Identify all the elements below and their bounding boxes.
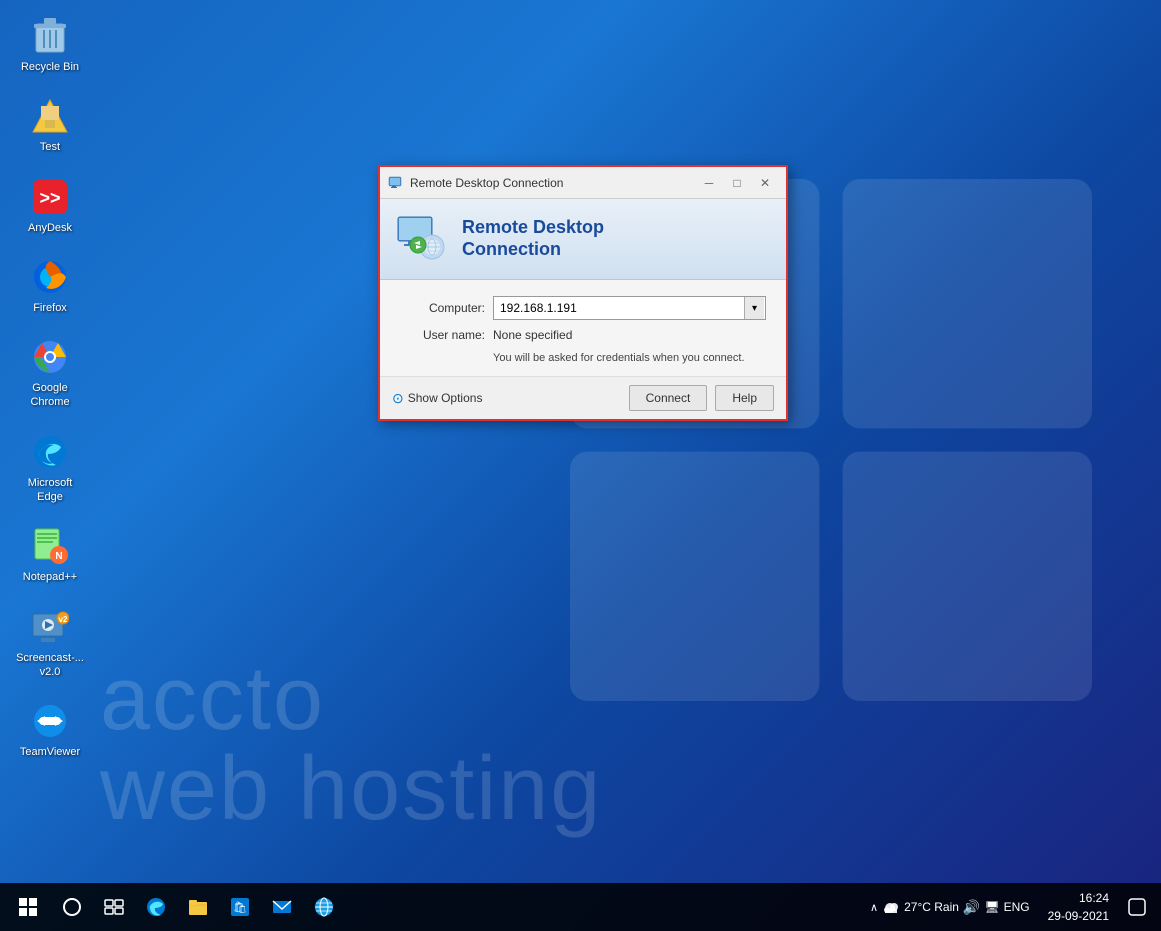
computer-dropdown-arrow[interactable]: ▾ — [744, 297, 764, 319]
chevron-up-icon[interactable]: ∧ — [870, 901, 878, 914]
teamviewer-icon — [30, 701, 70, 741]
search-button[interactable] — [52, 885, 92, 929]
dialog-title-text: Remote Desktop Connection — [410, 176, 690, 190]
svg-text:>>: >> — [39, 188, 60, 208]
computer-label: Computer: — [400, 301, 485, 315]
notification-button[interactable] — [1119, 885, 1155, 929]
notification-icon — [1128, 898, 1146, 916]
taskview-icon — [104, 897, 124, 917]
rdc-monitor-icon — [396, 213, 448, 265]
desktop-icon-teamviewer[interactable]: TeamViewer — [10, 695, 90, 765]
username-value: None specified — [493, 328, 572, 342]
mail-taskbar-icon — [271, 896, 293, 918]
recycle-bin-icon — [30, 16, 70, 56]
connect-button[interactable]: Connect — [629, 385, 708, 411]
firefox-label: Firefox — [33, 301, 67, 315]
watermark-text1: accto — [100, 648, 325, 751]
explorer-taskbar-button[interactable] — [178, 885, 218, 929]
globe-taskbar-button[interactable] — [304, 885, 344, 929]
desktop-icon-notepadpp[interactable]: N Notepad++ — [10, 520, 90, 590]
desktop: accto web hosting Recycle Bin — [0, 0, 1161, 931]
username-label: User name: — [400, 328, 485, 342]
svg-text:v2: v2 — [59, 615, 68, 624]
help-button[interactable]: Help — [715, 385, 774, 411]
test-icon — [30, 96, 70, 136]
minimize-button[interactable]: ─ — [696, 172, 722, 194]
windows-start-icon — [18, 897, 38, 917]
show-options-icon: ⊙ — [392, 390, 404, 407]
edge-taskbar-button[interactable] — [136, 885, 176, 929]
globe-taskbar-icon — [313, 896, 335, 918]
credentials-note: You will be asked for credentials when y… — [493, 352, 766, 364]
desktop-icon-recycle-bin[interactable]: Recycle Bin — [10, 10, 90, 80]
network-icon[interactable]: 🖥 — [984, 900, 999, 914]
show-options-label: Show Options — [408, 391, 483, 405]
weather-cloud-icon — [882, 898, 900, 916]
desktop-icon-firefox[interactable]: Firefox — [10, 251, 90, 321]
notepadpp-icon: N — [30, 526, 70, 566]
microsoft-edge-label: Microsoft Edge — [14, 476, 86, 505]
svg-text:N: N — [55, 551, 62, 562]
remote-desktop-dialog: Remote Desktop Connection ─ □ ✕ — [378, 165, 788, 421]
desktop-icon-test[interactable]: Test — [10, 90, 90, 160]
search-icon — [62, 897, 82, 917]
weather-text: 27°C Rain — [904, 900, 959, 914]
desktop-icon-microsoft-edge[interactable]: Microsoft Edge — [10, 426, 90, 511]
explorer-taskbar-icon — [187, 896, 209, 918]
store-taskbar-icon: 🛍 — [229, 896, 251, 918]
taskbar: 🛍 ∧ — [0, 883, 1161, 931]
dialog-body: Computer: ▾ User name: None specified Yo… — [380, 280, 786, 376]
computer-input[interactable] — [493, 296, 766, 320]
task-view-button[interactable] — [94, 885, 134, 929]
dialog-header-line1: Remote Desktop — [462, 217, 604, 239]
desktop-icon-screencast[interactable]: v2 Screencast-... v2.0 — [10, 601, 90, 686]
desktop-icon-anydesk[interactable]: >> AnyDesk — [10, 171, 90, 241]
screencast-icon: v2 — [30, 607, 70, 647]
recycle-bin-label: Recycle Bin — [21, 60, 79, 74]
desktop-icon-google-chrome[interactable]: Google Chrome — [10, 331, 90, 416]
clock-date: 29-09-2021 — [1048, 907, 1109, 925]
computer-row: Computer: ▾ — [400, 296, 766, 320]
anydesk-label: AnyDesk — [28, 221, 72, 235]
computer-input-container: ▾ — [493, 296, 766, 320]
google-chrome-icon — [30, 337, 70, 377]
dialog-title-icon — [388, 175, 404, 191]
maximize-button[interactable]: □ — [724, 172, 750, 194]
dialog-header: Remote Desktop Connection — [380, 199, 786, 280]
language-indicator[interactable]: ENG — [1004, 900, 1030, 914]
dialog-titlebar: Remote Desktop Connection ─ □ ✕ — [380, 167, 786, 199]
anydesk-icon: >> — [30, 177, 70, 217]
teamviewer-label: TeamViewer — [20, 745, 80, 759]
dialog-footer: ⊙ Show Options Connect Help — [380, 376, 786, 419]
footer-buttons: Connect Help — [629, 385, 774, 411]
svg-text:🛍: 🛍 — [233, 901, 247, 914]
desktop-icons: Recycle Bin Test >> AnyDesk — [10, 10, 90, 766]
dialog-header-line2: Connection — [462, 239, 604, 261]
title-controls: ─ □ ✕ — [696, 172, 778, 194]
close-button[interactable]: ✕ — [752, 172, 778, 194]
google-chrome-label: Google Chrome — [14, 381, 86, 410]
mail-taskbar-button[interactable] — [262, 885, 302, 929]
systray: ∧ 27°C Rain 🔊 🖥 ENG — [862, 898, 1038, 916]
clock-time: 16:24 — [1048, 889, 1109, 907]
test-label: Test — [40, 140, 60, 154]
taskbar-clock[interactable]: 16:24 29-09-2021 — [1040, 889, 1117, 925]
speaker-icon[interactable]: 🔊 — [963, 899, 980, 916]
edge-taskbar-icon — [145, 896, 167, 918]
watermark-text2: web hosting — [100, 738, 602, 841]
start-button[interactable] — [6, 885, 50, 929]
screencast-label: Screencast-... v2.0 — [16, 651, 84, 680]
store-taskbar-button[interactable]: 🛍 — [220, 885, 260, 929]
notepadpp-label: Notepad++ — [23, 570, 77, 584]
microsoft-edge-icon — [30, 432, 70, 472]
username-row: User name: None specified — [400, 328, 766, 342]
show-options-button[interactable]: ⊙ Show Options — [392, 390, 482, 407]
firefox-icon — [30, 257, 70, 297]
dialog-header-text: Remote Desktop Connection — [462, 217, 604, 260]
